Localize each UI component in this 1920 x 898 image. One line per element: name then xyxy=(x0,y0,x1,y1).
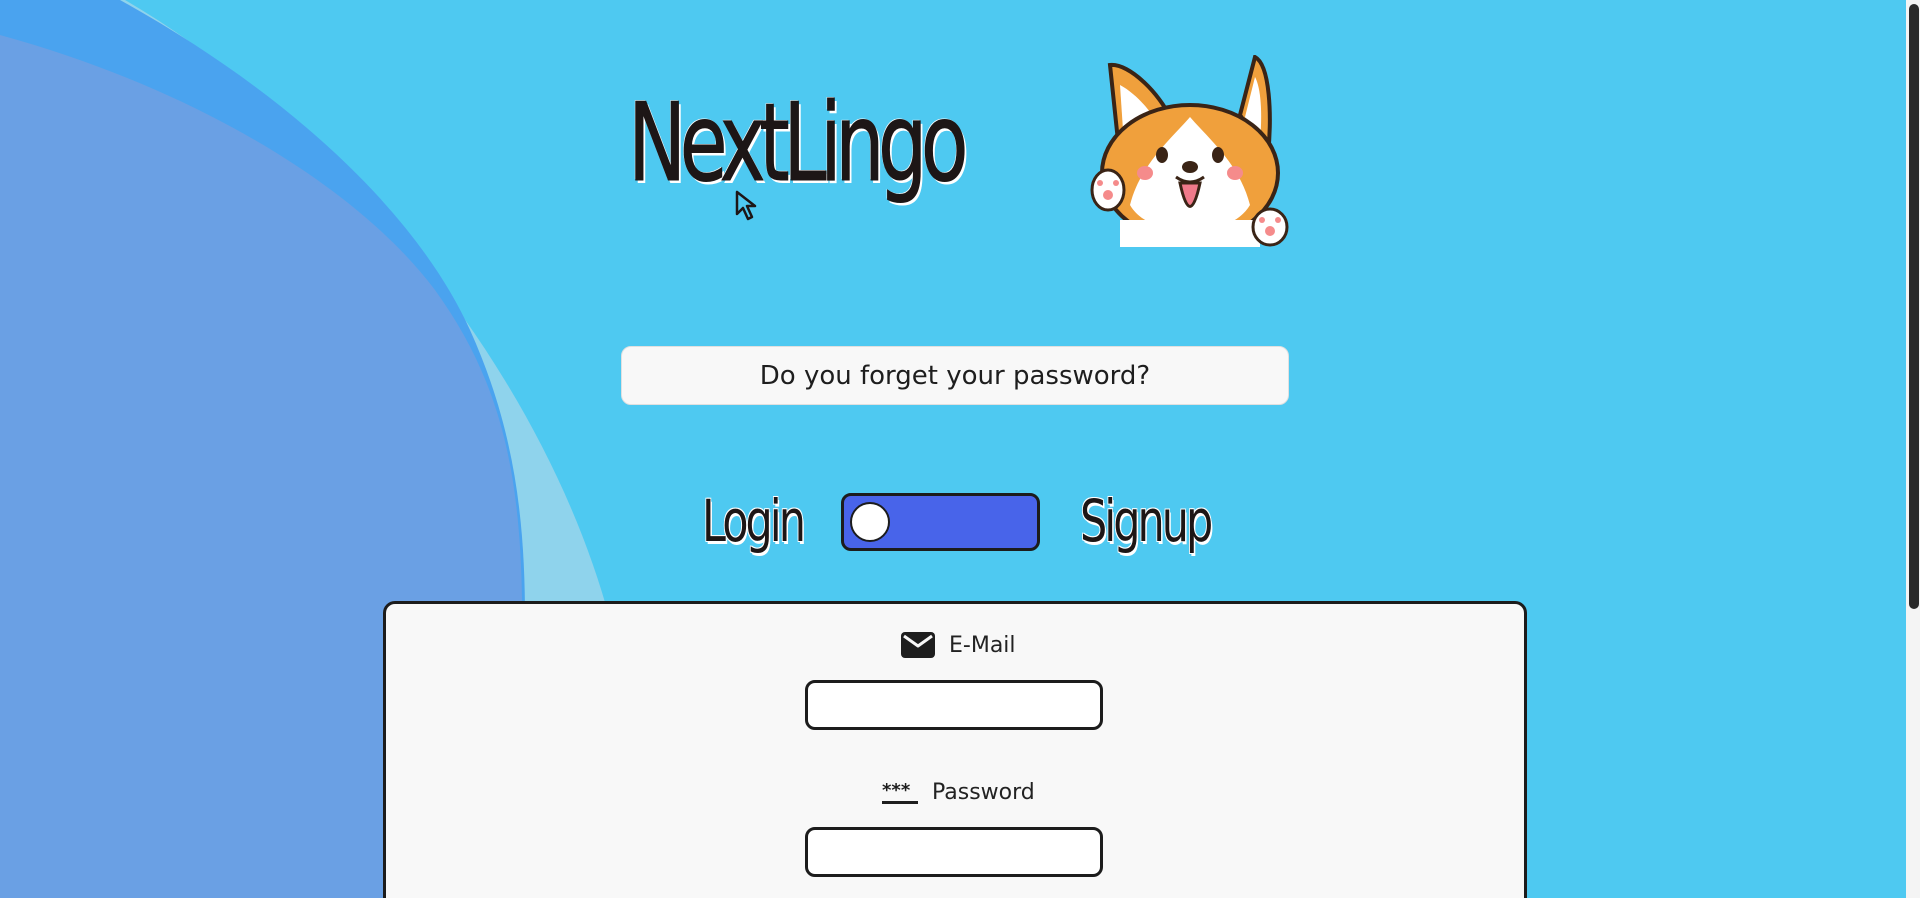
password-field-label: *** Password xyxy=(882,780,1035,805)
login-signup-toggle[interactable] xyxy=(841,493,1040,551)
scrollbar-thumb[interactable] xyxy=(1909,4,1919,609)
email-field-label: E-Mail xyxy=(901,632,1016,658)
password-input[interactable] xyxy=(805,827,1103,877)
forgot-password-button[interactable]: Do you forget your password? xyxy=(621,346,1289,405)
svg-text:***: *** xyxy=(882,781,911,801)
login-mode-label[interactable]: Login xyxy=(702,492,806,550)
asterisk-icon: *** xyxy=(882,781,918,805)
envelope-icon xyxy=(901,632,935,658)
toggle-knob xyxy=(850,502,890,542)
email-input[interactable] xyxy=(805,680,1103,730)
app-title: NextLingo xyxy=(628,81,969,206)
email-label-text: E-Mail xyxy=(949,632,1016,658)
corgi-mascot-icon xyxy=(1090,55,1289,247)
mouse-cursor-icon xyxy=(735,190,757,221)
signup-mode-label[interactable]: Signup xyxy=(1080,492,1213,550)
password-label-text: Password xyxy=(932,780,1035,805)
